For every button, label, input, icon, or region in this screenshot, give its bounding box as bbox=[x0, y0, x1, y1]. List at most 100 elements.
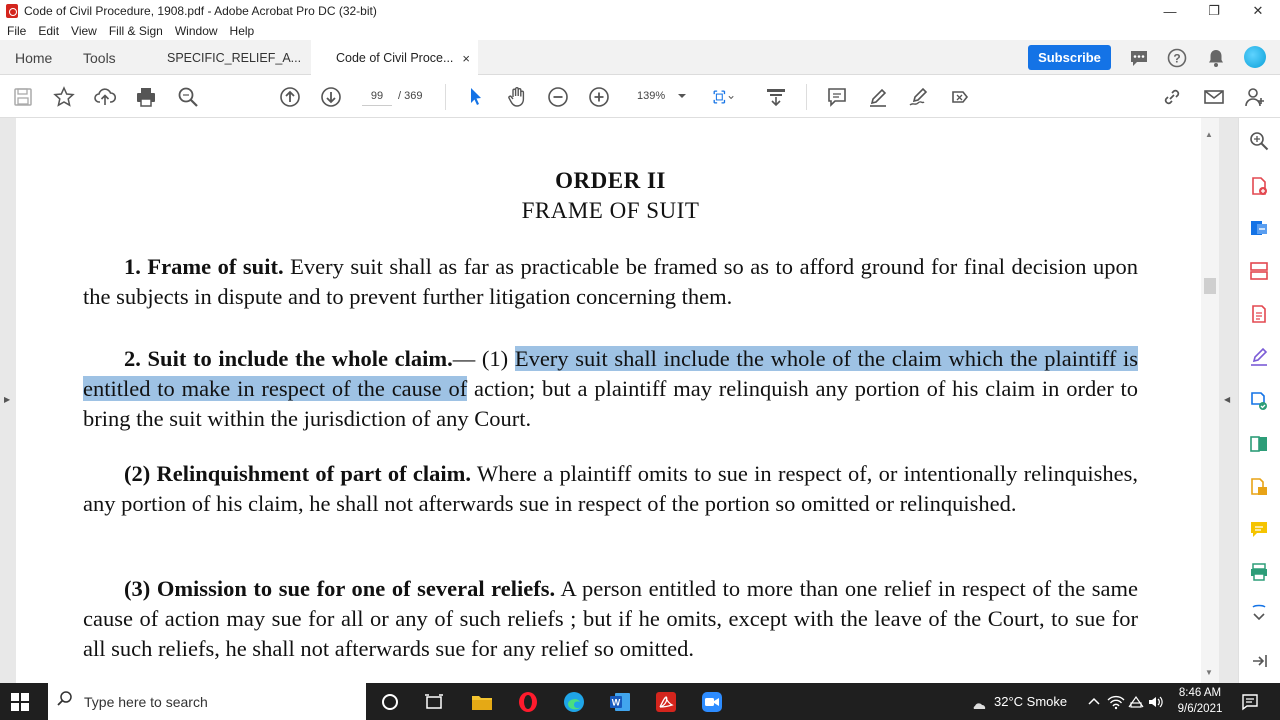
title-bar: Code of Civil Procedure, 1908.pdf - Adob… bbox=[0, 0, 1280, 22]
find-icon[interactable] bbox=[177, 86, 199, 108]
comment-tool-icon[interactable] bbox=[1248, 518, 1270, 540]
opera-browser-icon[interactable] bbox=[516, 690, 540, 714]
menu-window[interactable]: Window bbox=[175, 24, 218, 38]
highlight-pen-icon[interactable] bbox=[867, 86, 889, 108]
clock-time: 8:46 AM bbox=[1178, 687, 1222, 699]
section-1-heading: 1. Frame of suit. bbox=[124, 254, 284, 279]
print-production-icon[interactable] bbox=[1248, 561, 1270, 583]
task-view-icon[interactable] bbox=[422, 690, 446, 714]
cortana-icon[interactable] bbox=[378, 690, 402, 714]
windows-start-icon[interactable] bbox=[11, 693, 29, 711]
comment-icon[interactable] bbox=[1129, 48, 1149, 68]
menu-edit[interactable]: Edit bbox=[38, 24, 59, 38]
order-heading: ORDER II bbox=[555, 168, 666, 193]
taskbar-search-box[interactable]: Type here to search bbox=[48, 683, 366, 720]
bell-icon[interactable] bbox=[1206, 48, 1226, 68]
scroll-mode-icon[interactable] bbox=[765, 86, 787, 108]
svg-text:?: ? bbox=[1173, 52, 1180, 66]
acrobat-icon bbox=[6, 4, 18, 18]
clock-date: 9/6/2021 bbox=[1177, 703, 1223, 715]
close-window-button[interactable]: ✕ bbox=[1236, 0, 1280, 22]
create-pdf-icon[interactable] bbox=[1248, 175, 1270, 197]
edge-browser-icon[interactable] bbox=[562, 690, 586, 714]
vertical-scrollbar[interactable]: ▲ ▼ bbox=[1201, 118, 1219, 683]
scan-ocr-icon[interactable] bbox=[1248, 390, 1270, 412]
selected-text-1[interactable]: Every suit shall include the whole of th… bbox=[514, 346, 942, 371]
zoom-out-icon[interactable] bbox=[547, 86, 569, 108]
help-icon[interactable]: ? bbox=[1167, 48, 1187, 68]
email-icon[interactable] bbox=[1203, 86, 1225, 108]
fill-sign-icon[interactable] bbox=[949, 86, 971, 108]
upload-cloud-icon[interactable] bbox=[94, 86, 116, 108]
toolbar-divider bbox=[445, 84, 446, 110]
more-tools-chevron-icon[interactable] bbox=[1248, 603, 1270, 625]
zoom-level-dropdown[interactable]: 139% bbox=[628, 86, 690, 106]
export-pdf-icon[interactable] bbox=[1248, 217, 1270, 239]
zoom-search-icon[interactable] bbox=[1248, 130, 1270, 152]
compare-files-icon[interactable] bbox=[1248, 433, 1270, 455]
scrollbar-thumb[interactable] bbox=[1204, 278, 1216, 294]
clock[interactable]: 8:46 AM 9/6/2021 bbox=[1172, 685, 1228, 717]
print-icon[interactable] bbox=[135, 86, 157, 108]
section-2-2-paragraph: (2) Relinquishment of part of claim. Whe… bbox=[83, 459, 1138, 519]
restore-button[interactable]: ❐ bbox=[1192, 0, 1236, 22]
left-pane-toggle-icon[interactable]: ▶ bbox=[4, 395, 10, 404]
draw-sign-icon[interactable] bbox=[908, 86, 930, 108]
previous-page-icon[interactable] bbox=[279, 86, 301, 108]
fill-sign-tool-icon[interactable] bbox=[1248, 346, 1270, 368]
save-icon[interactable] bbox=[12, 86, 34, 108]
menu-file[interactable]: File bbox=[7, 24, 26, 38]
bookmark-star-icon[interactable] bbox=[53, 86, 75, 108]
toolbar-divider bbox=[806, 84, 807, 110]
weather-text[interactable]: 32°C Smoke bbox=[994, 694, 1067, 709]
edit-pdf-icon[interactable] bbox=[1248, 303, 1270, 325]
weather-moon-icon bbox=[964, 690, 988, 714]
menu-help[interactable]: Help bbox=[230, 24, 255, 38]
volume-icon[interactable] bbox=[1144, 690, 1168, 714]
tab-home[interactable]: Home bbox=[15, 40, 52, 75]
select-cursor-icon[interactable] bbox=[465, 86, 487, 108]
section-2-heading: 2. Suit to include the whole claim. bbox=[124, 346, 453, 371]
window-controls: — ❐ ✕ bbox=[1148, 0, 1280, 22]
tab-tools[interactable]: Tools bbox=[83, 40, 116, 75]
windows-taskbar: Type here to search W 32°C Smoke 8:46 AM bbox=[0, 683, 1280, 720]
section-2-3-heading: (3) Omission to sue for one of several r… bbox=[124, 576, 556, 601]
subscribe-button[interactable]: Subscribe bbox=[1028, 45, 1111, 70]
section-2-prefix: — (1) bbox=[452, 346, 515, 371]
hand-tool-icon[interactable] bbox=[506, 86, 528, 108]
user-avatar[interactable] bbox=[1244, 46, 1266, 68]
tray-chevron-icon[interactable] bbox=[1082, 690, 1106, 714]
page-fit-icon[interactable] bbox=[712, 86, 734, 108]
menu-view[interactable]: View bbox=[71, 24, 97, 38]
zoom-in-icon[interactable] bbox=[588, 86, 610, 108]
scroll-up-icon[interactable]: ▲ bbox=[1205, 130, 1213, 139]
organize-pages-icon[interactable] bbox=[1248, 260, 1270, 282]
right-pane-toggle-icon[interactable]: ◀ bbox=[1224, 395, 1230, 404]
svg-text:W: W bbox=[612, 698, 621, 708]
add-comment-icon[interactable] bbox=[826, 86, 848, 108]
section-2-paragraph: 2. Suit to include the whole claim.— (1)… bbox=[83, 344, 1138, 434]
section-2-2-heading: (2) Relinquishment of part of claim. bbox=[124, 461, 472, 486]
notification-center-icon[interactable] bbox=[1238, 690, 1262, 714]
scroll-down-icon[interactable]: ▼ bbox=[1205, 668, 1213, 677]
search-icon bbox=[56, 690, 74, 713]
expand-pane-icon[interactable] bbox=[1248, 650, 1270, 672]
page-number-input[interactable]: 99 bbox=[362, 86, 392, 106]
combine-files-icon[interactable] bbox=[1248, 476, 1270, 498]
word-icon[interactable]: W bbox=[608, 690, 632, 714]
share-link-icon[interactable] bbox=[1161, 86, 1183, 108]
next-page-icon[interactable] bbox=[320, 86, 342, 108]
minimize-button[interactable]: — bbox=[1148, 0, 1192, 22]
section-2-3-paragraph: (3) Omission to sue for one of several r… bbox=[83, 574, 1138, 664]
add-user-icon[interactable] bbox=[1244, 86, 1266, 108]
file-explorer-icon[interactable] bbox=[470, 690, 494, 714]
tab-code-civil-procedure[interactable]: Code of Civil Proce... × bbox=[311, 40, 478, 76]
acrobat-taskbar-icon[interactable] bbox=[654, 690, 678, 714]
tab-close-button[interactable]: × bbox=[462, 51, 470, 66]
order-subheading: FRAME OF SUIT bbox=[521, 198, 700, 223]
page-total: / 369 bbox=[398, 90, 423, 102]
window-title: Code of Civil Procedure, 1908.pdf - Adob… bbox=[24, 4, 377, 18]
menu-fill-sign[interactable]: Fill & Sign bbox=[109, 24, 163, 38]
zoom-app-icon[interactable] bbox=[700, 690, 724, 714]
tab-specific-relief[interactable]: SPECIFIC_RELIEF_A... bbox=[155, 40, 310, 75]
